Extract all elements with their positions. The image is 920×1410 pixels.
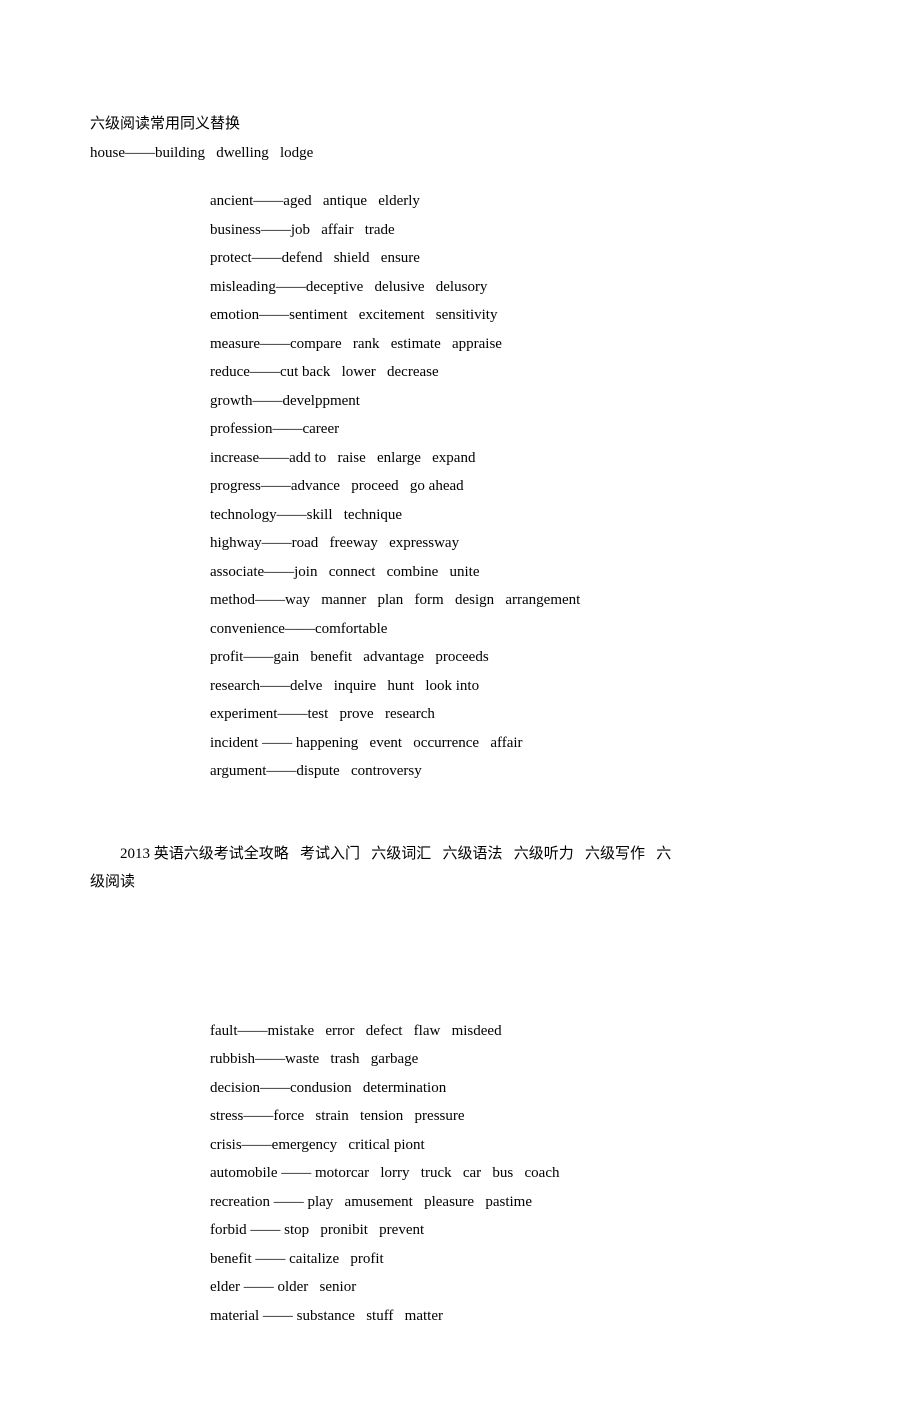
synonym-line: convenience——comfortable (90, 615, 830, 644)
synonym-line: progress——advance proceed go ahead (90, 472, 830, 501)
synonym-line: reduce——cut back lower decrease (90, 358, 830, 387)
spacer (90, 786, 830, 840)
synonym-line: misleading——deceptive delusive delusory (90, 273, 830, 302)
document-title: 六级阅读常用同义替换 (90, 110, 830, 139)
synonym-line: profession——career (90, 415, 830, 444)
synonym-line: protect——defend shield ensure (90, 244, 830, 273)
synonym-line: technology——skill technique (90, 501, 830, 530)
synonym-line: emotion——sentiment excitement sensitivit… (90, 301, 830, 330)
synonym-line: increase——add to raise enlarge expand (90, 444, 830, 473)
synonym-line: fault——mistake error defect flaw misdeed (90, 1017, 830, 1046)
synonym-line: measure——compare rank estimate appraise (90, 330, 830, 359)
document-page: 六级阅读常用同义替换 house——building dwelling lodg… (0, 0, 920, 1410)
synonym-line: forbid —— stop pronibit prevent (90, 1216, 830, 1245)
synonym-line: rubbish——waste trash garbage (90, 1045, 830, 1074)
synonym-line: crisis——emergency critical piont (90, 1131, 830, 1160)
nav-line: 2013 英语六级考试全攻略 考试入门 六级词汇 六级语法 六级听力 六级写作 … (90, 840, 830, 869)
synonym-line: decision——condusion determination (90, 1074, 830, 1103)
synonym-line: research——delve inquire hunt look into (90, 672, 830, 701)
synonym-line: ancient——aged antique elderly (90, 187, 830, 216)
synonym-line: material —— substance stuff matter (90, 1302, 830, 1331)
synonym-line: experiment——test prove research (90, 700, 830, 729)
synonym-line: associate——join connect combine unite (90, 558, 830, 587)
synonym-line: growth——develppment (90, 387, 830, 416)
synonym-line: incident —— happening event occurrence a… (90, 729, 830, 758)
synonym-line: house——building dwelling lodge (90, 139, 830, 168)
synonym-line: benefit —— caitalize profit (90, 1245, 830, 1274)
synonym-line: business——job affair trade (90, 216, 830, 245)
synonym-line: stress——force strain tension pressure (90, 1102, 830, 1131)
synonym-line: profit——gain benefit advantage proceeds (90, 643, 830, 672)
nav-line: 级阅读 (90, 868, 830, 897)
synonym-line: argument——dispute controversy (90, 757, 830, 786)
synonym-line: elder —— older senior (90, 1273, 830, 1302)
synonym-line: recreation —— play amusement pleasure pa… (90, 1188, 830, 1217)
synonym-line: method——way manner plan form design arra… (90, 586, 830, 615)
spacer (90, 167, 830, 187)
synonym-line: automobile —— motorcar lorry truck car b… (90, 1159, 830, 1188)
synonym-line: highway——road freeway expressway (90, 529, 830, 558)
spacer (90, 897, 830, 1017)
